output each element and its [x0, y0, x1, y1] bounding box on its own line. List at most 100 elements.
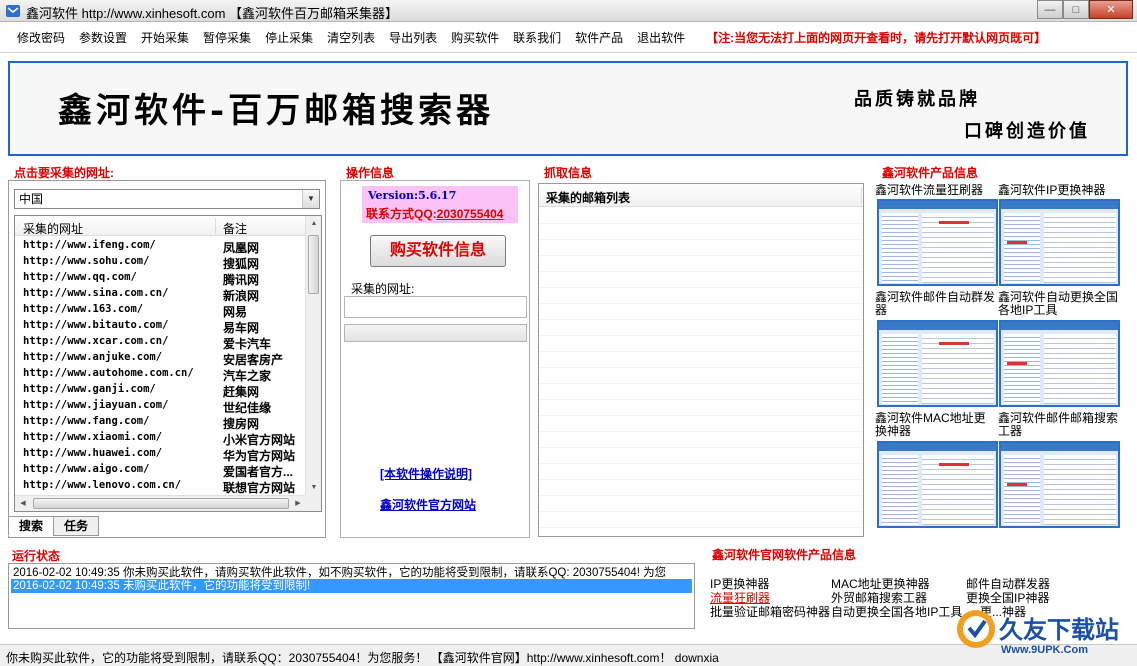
product-name: 鑫河软件邮件自动群发器	[875, 291, 996, 317]
product-mac[interactable]: 鑫河软件MAC地址更换神器	[875, 412, 997, 438]
banner-slogan-2: 口碑创造价值	[964, 121, 1090, 142]
list-item[interactable]: http://www.163.com/网易	[15, 302, 306, 319]
watermark-name: 久友下载站	[999, 616, 1119, 644]
list-item[interactable]: http://www.aigo.com/爱国者官方...	[15, 462, 306, 479]
contact-label: 联系方式QQ:	[366, 207, 437, 221]
row-url: http://www.autohome.com.cn/	[23, 367, 194, 379]
log-entry[interactable]: 2016-02-02 10:49:35 你未购买此软件，请购买软件此软件，如不购…	[11, 566, 666, 580]
product-email-search[interactable]: 鑫河软件邮件邮箱搜索工器	[998, 412, 1120, 438]
menu-change-password[interactable]: 修改密码	[10, 29, 72, 46]
menu-start[interactable]: 开始采集	[134, 29, 196, 46]
version-box: Version:5.6.17 联系方式QQ:2030755404	[362, 186, 518, 223]
site-products-title: 鑫河软件官网软件产品信息	[712, 548, 857, 562]
current-url-field[interactable]	[344, 296, 527, 318]
list-item[interactable]: http://www.sina.com.cn/新浪网	[15, 286, 306, 303]
row-url: http://www.bitauto.com/	[23, 319, 169, 331]
log-box[interactable]: 2016-02-02 10:49:35 你未购买此软件，请购买软件此软件，如不购…	[8, 563, 695, 629]
menu-settings[interactable]: 参数设置	[72, 29, 134, 46]
list-item[interactable]: http://www.xcar.com.cn/爱卡汽车	[15, 334, 306, 351]
scroll-thumb[interactable]	[308, 235, 319, 294]
product-screenshot[interactable]	[877, 320, 998, 407]
status-section-title: 运行状态	[12, 549, 61, 563]
list-item[interactable]: http://www.ifeng.com/凤凰网	[15, 238, 306, 255]
product-screenshot[interactable]	[999, 199, 1120, 286]
menu-stop[interactable]: 停止采集	[258, 29, 320, 46]
product-screenshot[interactable]	[999, 441, 1120, 528]
email-list[interactable]	[539, 208, 863, 536]
menu-exit[interactable]: 退出软件	[630, 29, 692, 46]
capture-section-title: 抓取信息	[544, 166, 593, 180]
scroll-down-icon[interactable]: ▼	[306, 480, 321, 496]
list-item[interactable]: http://www.bitauto.com/易车网	[15, 318, 306, 335]
product-mass-mail[interactable]: 鑫河软件邮件自动群发器	[875, 291, 997, 317]
menu-pause[interactable]: 暂停采集	[196, 29, 258, 46]
list-item[interactable]: http://www.autohome.com.cn/汽车之家	[15, 366, 306, 383]
capture-panel: 采集的邮箱列表	[538, 183, 864, 537]
list-item[interactable]: http://www.anjuke.com/安居客房产	[15, 350, 306, 367]
url-list[interactable]: 采集的网址 备注 http://www.ifeng.com/凤凰网 http:/…	[14, 215, 322, 512]
close-button[interactable]: ✕	[1089, 0, 1133, 19]
scroll-up-icon[interactable]: ▲	[306, 216, 321, 232]
column-header-emails[interactable]: 采集的邮箱列表	[546, 189, 630, 206]
region-selected-value: 中国	[19, 192, 44, 206]
menu-clear-list[interactable]: 清空列表	[320, 29, 382, 46]
menu-buy[interactable]: 购买软件	[444, 29, 506, 46]
maximize-button[interactable]: □	[1063, 0, 1089, 19]
product-ip-nationwide[interactable]: 鑫河软件自动更换全国各地IP工具	[998, 291, 1120, 317]
progress-bar	[344, 324, 527, 342]
tab-search[interactable]: 搜索	[8, 516, 55, 536]
link-auto-ip[interactable]: 自动更换全国各地IP工具	[831, 603, 962, 620]
list-item[interactable]: http://www.fang.com/搜房网	[15, 414, 306, 431]
banner-title: 鑫河软件-百万邮箱搜索器	[58, 91, 495, 131]
column-divider[interactable]	[215, 218, 216, 234]
list-item[interactable]: http://www.sohu.com/搜狐网	[15, 254, 306, 271]
chevron-down-icon[interactable]: ▼	[302, 190, 319, 208]
manual-link[interactable]: [本软件操作说明]	[380, 465, 472, 482]
minimize-button[interactable]: —	[1037, 0, 1063, 19]
url-list-header: 采集的网址 备注	[15, 216, 306, 236]
horizontal-scrollbar[interactable]: ◀ ▶	[15, 495, 306, 511]
column-header-note[interactable]: 备注	[223, 220, 247, 237]
column-header-url[interactable]: 采集的网址	[23, 220, 83, 237]
log-entry-selected[interactable]: 2016-02-02 10:49:35 未购买此软件，它的功能将受到限制!	[11, 579, 692, 593]
region-select[interactable]: 中国 ▼	[14, 189, 320, 209]
contact-info: 联系方式QQ:2030755404	[366, 205, 503, 222]
list-item[interactable]: http://www.jiayuan.com/世纪佳缘	[15, 398, 306, 415]
buy-software-button[interactable]: 购买软件信息	[370, 235, 506, 267]
list-item[interactable]: http://www.huawei.com/华为官方网站	[15, 446, 306, 463]
product-screenshot[interactable]	[877, 441, 998, 528]
menu-contact[interactable]: 联系我们	[506, 29, 568, 46]
official-site-link[interactable]: 鑫河软件官方网站	[380, 496, 476, 513]
row-url: http://www.jiayuan.com/	[23, 399, 169, 411]
operation-section-title: 操作信息	[346, 166, 395, 180]
site-watermark: 久友下载站 Www.9UPK.Com	[955, 606, 1137, 666]
menu-export-list[interactable]: 导出列表	[382, 29, 444, 46]
column-divider[interactable]	[861, 187, 862, 203]
list-item[interactable]: http://www.xiaomi.com/小米官方网站	[15, 430, 306, 447]
version-label: Version:5.6.17	[368, 189, 457, 202]
banner-slogan-1: 品质铸就品牌	[854, 89, 980, 110]
tab-tasks[interactable]: 任务	[53, 516, 100, 536]
row-url: http://www.sina.com.cn/	[23, 287, 169, 299]
menu-bar: 修改密码 参数设置 开始采集 暂停采集 停止采集 清空列表 导出列表 购买软件 …	[0, 23, 1137, 53]
scroll-thumb[interactable]	[33, 498, 289, 509]
banner: 鑫河软件-百万邮箱搜索器 品质铸就品牌 口碑创造价值	[8, 61, 1128, 156]
list-item[interactable]: http://www.lenovo.com.cn/联想官方网站	[15, 478, 306, 495]
row-url: http://www.ganji.com/	[23, 383, 156, 395]
operation-panel: Version:5.6.17 联系方式QQ:2030755404 购买软件信息 …	[340, 180, 530, 538]
menu-products[interactable]: 软件产品	[568, 29, 630, 46]
row-url: http://www.qq.com/	[23, 271, 137, 283]
list-item[interactable]: http://www.qq.com/腾讯网	[15, 270, 306, 287]
scroll-right-icon[interactable]: ▶	[290, 496, 306, 511]
contact-qq[interactable]: 2030755404	[437, 207, 504, 221]
list-item[interactable]: http://www.ganji.com/赶集网	[15, 382, 306, 399]
product-screenshot[interactable]	[999, 320, 1120, 407]
window-title: 鑫河软件 http://www.xinhesoft.com 【鑫河软件百万邮箱采…	[26, 6, 399, 21]
scroll-corner	[305, 495, 321, 511]
vertical-scrollbar[interactable]: ▲ ▼	[305, 216, 321, 496]
row-note: 联想官方网站	[223, 481, 296, 495]
row-url: http://www.aigo.com/	[23, 463, 150, 475]
scroll-left-icon[interactable]: ◀	[15, 496, 31, 511]
product-screenshot[interactable]	[877, 199, 998, 286]
link-verify-mail[interactable]: 批量验证邮箱密码神器	[710, 603, 830, 620]
